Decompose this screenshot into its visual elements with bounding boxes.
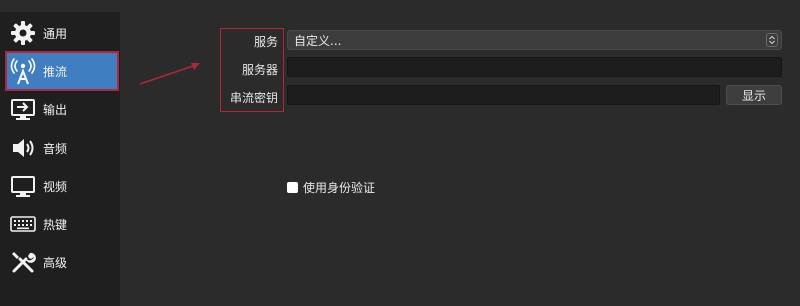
stream-key-input[interactable] — [287, 85, 720, 105]
sidebar-item-label: 输出 — [43, 102, 68, 117]
sidebar-item-general[interactable]: 通用 — [6, 14, 118, 52]
server-label: 服务器 — [241, 63, 278, 77]
checkbox-box[interactable] — [287, 182, 298, 193]
service-select-value: 自定义... — [294, 33, 342, 48]
sidebar-item-label: 通用 — [43, 26, 68, 41]
sidebar-item-label: 推流 — [43, 64, 68, 79]
sidebar-item-label: 视频 — [43, 179, 68, 194]
use-auth-label: 使用身份验证 — [303, 181, 376, 195]
stream-settings-window: 通用 推流 输出 音频 视频 热键 高级 服务 自定义... 服务器 串流密钥 … — [0, 0, 800, 306]
show-key-button[interactable]: 显示 — [726, 85, 782, 105]
tools-icon — [9, 248, 37, 276]
sidebar-item-stream[interactable]: 推流 — [5, 51, 119, 91]
broadcast-antenna-icon — [9, 57, 37, 85]
monitor-icon — [9, 172, 37, 200]
sidebar-item-advanced[interactable]: 高级 — [6, 243, 118, 281]
server-input[interactable] — [287, 57, 782, 77]
chevron-updown-icon — [766, 33, 778, 47]
settings-sidebar: 通用 推流 输出 音频 视频 热键 高级 — [0, 12, 120, 306]
service-select[interactable]: 自定义... — [287, 30, 782, 50]
stream-key-label: 串流密钥 — [229, 91, 278, 105]
sidebar-item-hotkeys[interactable]: 热键 — [6, 205, 118, 243]
gear-icon — [9, 19, 37, 47]
sidebar-item-video[interactable]: 视频 — [6, 167, 118, 205]
sidebar-item-output[interactable]: 输出 — [6, 90, 118, 128]
output-monitor-icon — [9, 95, 37, 123]
annotation-arrow — [139, 63, 200, 85]
sidebar-item-label: 音频 — [43, 141, 68, 156]
speaker-icon — [9, 134, 37, 162]
sidebar-item-audio[interactable]: 音频 — [6, 129, 118, 167]
use-auth-checkbox[interactable]: 使用身份验证 — [287, 179, 375, 196]
service-label: 服务 — [253, 35, 278, 49]
sidebar-item-label: 高级 — [43, 255, 68, 270]
keyboard-icon — [9, 210, 37, 238]
show-key-button-label: 显示 — [741, 88, 766, 103]
sidebar-item-label: 热键 — [43, 217, 68, 232]
